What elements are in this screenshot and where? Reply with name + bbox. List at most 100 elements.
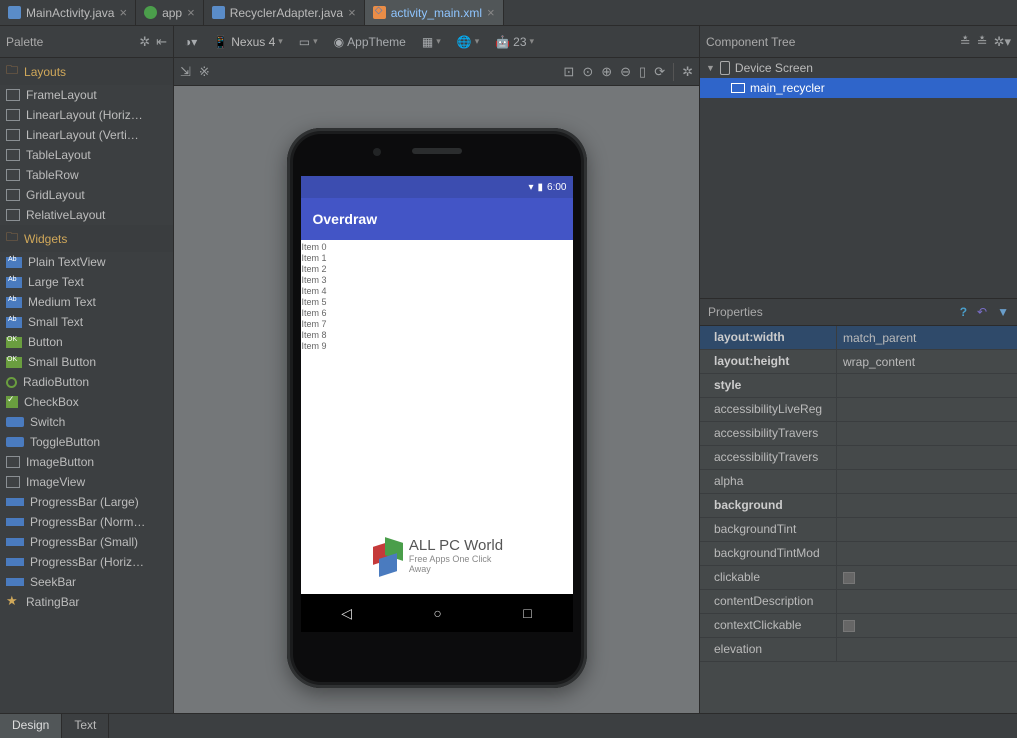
device-selector[interactable]: 📱 Nexus 4: [209, 33, 287, 51]
tab-main-activity[interactable]: MainActivity.java ×: [0, 0, 136, 25]
property-value[interactable]: [837, 374, 1017, 397]
tab-design[interactable]: Design: [0, 714, 62, 738]
checkbox[interactable]: [843, 620, 855, 632]
palette-item[interactable]: Small Button: [0, 352, 173, 372]
tab-recycler-adapter[interactable]: RecyclerAdapter.java ×: [204, 0, 365, 25]
property-row[interactable]: contextClickable: [700, 614, 1017, 638]
property-row[interactable]: layout:heightwrap_content: [700, 350, 1017, 374]
property-row[interactable]: backgroundTint: [700, 518, 1017, 542]
compress-icon[interactable]: ※: [199, 64, 210, 80]
property-row[interactable]: style: [700, 374, 1017, 398]
home-icon[interactable]: ○: [433, 605, 441, 621]
palette-item[interactable]: TableRow: [0, 165, 173, 185]
zoom-in-icon[interactable]: ⊕: [601, 64, 612, 80]
property-value[interactable]: [837, 422, 1017, 445]
property-row[interactable]: clickable: [700, 566, 1017, 590]
api-selector[interactable]: 🤖23: [491, 33, 538, 51]
device-screen[interactable]: ▾ ▮ 6:00 Overdraw Item 0Item 1Item 2Item…: [301, 176, 573, 632]
property-value[interactable]: [837, 542, 1017, 565]
tree-main-recycler[interactable]: main_recycler: [700, 78, 1017, 98]
refresh-icon[interactable]: ⟳: [654, 64, 665, 80]
expand-all-icon[interactable]: ≛: [960, 34, 971, 50]
app-content[interactable]: Item 0Item 1Item 2Item 3Item 4Item 5Item…: [301, 240, 573, 632]
palette-item[interactable]: Medium Text: [0, 292, 173, 312]
tab-text[interactable]: Text: [62, 714, 109, 738]
undo-icon[interactable]: ↶: [977, 305, 987, 319]
back-icon[interactable]: ◁: [341, 605, 352, 622]
property-row[interactable]: elevation: [700, 638, 1017, 662]
palette-item[interactable]: RadioButton: [0, 372, 173, 392]
screenshot-icon[interactable]: ▯: [639, 64, 646, 80]
property-value[interactable]: [837, 398, 1017, 421]
filter-icon[interactable]: ▼: [997, 305, 1009, 319]
property-row[interactable]: accessibilityTravers: [700, 446, 1017, 470]
tree-device-screen[interactable]: ▼ Device Screen: [700, 58, 1017, 78]
palette-item[interactable]: ProgressBar (Norm…: [0, 512, 173, 532]
eye-icon[interactable]: ◑▾: [180, 33, 201, 51]
property-value[interactable]: [837, 470, 1017, 493]
palette-item[interactable]: LinearLayout (Verti…: [0, 125, 173, 145]
expand-icon[interactable]: ⇲: [180, 64, 191, 80]
collapse-all-icon[interactable]: ≛: [977, 34, 988, 50]
property-value[interactable]: match_parent: [837, 326, 1017, 349]
collapse-icon[interactable]: ⇤: [156, 34, 167, 50]
property-value[interactable]: [837, 518, 1017, 541]
property-row[interactable]: accessibilityLiveReg: [700, 398, 1017, 422]
variant-selector[interactable]: ▦: [418, 33, 445, 51]
property-value[interactable]: wrap_content: [837, 350, 1017, 373]
palette-item[interactable]: RelativeLayout: [0, 205, 173, 225]
property-value[interactable]: [837, 590, 1017, 613]
close-icon[interactable]: ×: [119, 6, 127, 19]
palette-item[interactable]: ImageButton: [0, 452, 173, 472]
palette-item[interactable]: Plain TextView: [0, 252, 173, 272]
palette-item[interactable]: ProgressBar (Large): [0, 492, 173, 512]
palette-item[interactable]: ProgressBar (Horiz…: [0, 552, 173, 572]
property-value[interactable]: [837, 446, 1017, 469]
checkbox[interactable]: [843, 572, 855, 584]
chevron-down-icon[interactable]: ▼: [706, 63, 715, 73]
locale-selector[interactable]: 🌐: [453, 33, 483, 51]
palette-item[interactable]: ImageView: [0, 472, 173, 492]
palette-item[interactable]: GridLayout: [0, 185, 173, 205]
recents-icon[interactable]: □: [523, 605, 531, 621]
gear-icon[interactable]: ✲▾: [994, 34, 1011, 50]
palette-item[interactable]: FrameLayout: [0, 85, 173, 105]
zoom-out-icon[interactable]: ⊖: [620, 64, 631, 80]
zoom-actual-icon[interactable]: ⊙: [582, 64, 593, 80]
close-icon[interactable]: ×: [187, 6, 195, 19]
property-row[interactable]: layout:widthmatch_parent: [700, 326, 1017, 350]
settings-icon[interactable]: ✲: [682, 64, 693, 80]
close-icon[interactable]: ×: [348, 6, 356, 19]
property-row[interactable]: backgroundTintMod: [700, 542, 1017, 566]
tab-app[interactable]: app ×: [136, 0, 204, 25]
zoom-fit-icon[interactable]: ⊡: [563, 64, 574, 80]
palette-item[interactable]: SeekBar: [0, 572, 173, 592]
property-row[interactable]: background: [700, 494, 1017, 518]
property-value[interactable]: [837, 494, 1017, 517]
palette-item[interactable]: CheckBox: [0, 392, 173, 412]
palette-item[interactable]: TableLayout: [0, 145, 173, 165]
property-value[interactable]: [837, 638, 1017, 661]
palette-category[interactable]: 🗀Widgets: [0, 225, 173, 252]
property-row[interactable]: alpha: [700, 470, 1017, 494]
palette-item[interactable]: ProgressBar (Small): [0, 532, 173, 552]
palette-item[interactable]: Button: [0, 332, 173, 352]
palette-item[interactable]: ToggleButton: [0, 432, 173, 452]
property-row[interactable]: accessibilityTravers: [700, 422, 1017, 446]
palette-category[interactable]: 🗀Layouts: [0, 58, 173, 85]
design-canvas[interactable]: ▾ ▮ 6:00 Overdraw Item 0Item 1Item 2Item…: [174, 86, 699, 713]
gear-icon[interactable]: ✲: [139, 34, 150, 50]
tab-activity-main-xml[interactable]: activity_main.xml ×: [365, 0, 504, 25]
help-icon[interactable]: ?: [960, 305, 967, 319]
property-value[interactable]: [837, 614, 1017, 637]
property-row[interactable]: contentDescription: [700, 590, 1017, 614]
palette-item[interactable]: Switch: [0, 412, 173, 432]
palette-item[interactable]: Small Text: [0, 312, 173, 332]
close-icon[interactable]: ×: [487, 6, 495, 19]
palette-item[interactable]: ★RatingBar: [0, 592, 173, 612]
orientation-selector[interactable]: ▭: [295, 33, 322, 51]
property-value[interactable]: [837, 566, 1017, 589]
theme-selector[interactable]: ◉AppTheme: [330, 33, 410, 51]
palette-item[interactable]: LinearLayout (Horiz…: [0, 105, 173, 125]
palette-item[interactable]: Large Text: [0, 272, 173, 292]
